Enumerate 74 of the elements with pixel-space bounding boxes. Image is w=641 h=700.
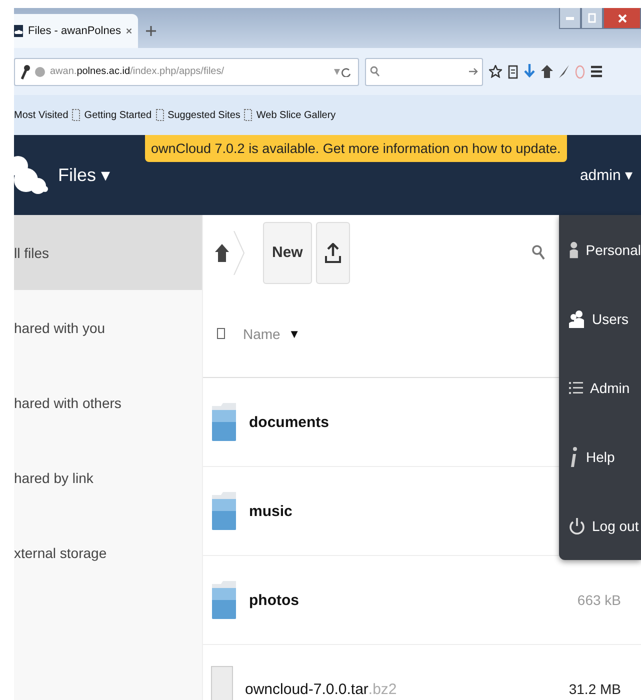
browser-tab[interactable]: Files - awanPolnes: [14, 14, 138, 48]
close-window-button[interactable]: [603, 8, 641, 29]
menu-icon: [591, 65, 602, 78]
menu-item[interactable]: Help: [559, 422, 641, 491]
bookmark-link[interactable]: Most Visited: [14, 110, 68, 120]
search-icon: [370, 66, 380, 77]
file-size: 663 kB: [577, 592, 621, 608]
menu-item-label: Log out: [592, 518, 639, 534]
sidebar-item[interactable]: hared with others: [14, 365, 202, 440]
restore-icon: [588, 13, 596, 23]
sidebar-item[interactable]: hared by link: [14, 440, 202, 515]
folder-icon: [211, 580, 237, 620]
minimize-button[interactable]: [559, 8, 581, 29]
bookmark-link[interactable]: Getting Started: [72, 109, 152, 121]
update-notice: ownCloud 7.0.2 is available. Get more information on how to update.: [145, 135, 567, 162]
menu-item[interactable]: Admin: [559, 353, 641, 422]
file-name[interactable]: photos: [249, 592, 299, 608]
close-icon: [126, 27, 132, 35]
menu-item[interactable]: Personal: [559, 215, 641, 284]
file-size: 31.2 MB: [568, 681, 621, 697]
arrow-icon: [469, 67, 478, 76]
restore-button[interactable]: [581, 8, 603, 29]
list-icon: [569, 380, 583, 394]
tab-title: Files - awanPolnes: [28, 25, 121, 37]
info-icon: [569, 446, 579, 468]
reload-icon: [334, 66, 352, 76]
address-field[interactable]: awan.polnes.ac.id/index.php/apps/files/: [14, 58, 359, 86]
file-name[interactable]: music: [249, 502, 292, 520]
key-icon: [21, 64, 30, 80]
sidebar-item[interactable]: ll files: [14, 215, 202, 290]
globe-icon: [35, 66, 45, 76]
file-name[interactable]: documents: [249, 414, 330, 430]
bookmark-link[interactable]: Suggested Sites: [156, 109, 240, 121]
clipboard-icon: [508, 64, 518, 78]
power-icon: [569, 516, 585, 534]
users-icon: [569, 310, 585, 328]
breadcrumb-chevron-icon: [233, 230, 245, 274]
url-text: awan.polnes.ac.id/index.php/apps/files/: [50, 66, 226, 77]
menu-item[interactable]: Log out: [559, 491, 641, 560]
menu-item-label: Users: [592, 310, 629, 326]
plus-icon: [146, 26, 156, 36]
bookmark-link[interactable]: Web Slice Gallery: [244, 109, 336, 121]
name-column-header[interactable]: Name: [243, 326, 280, 342]
cloud-logo-icon: [14, 154, 48, 196]
file-extension: .bz2: [368, 680, 397, 698]
file-icon: [211, 666, 233, 700]
page-icon: [72, 109, 80, 121]
page-icon: [156, 109, 164, 121]
download-icon: [524, 64, 535, 79]
folder-icon: [211, 491, 237, 531]
star-icon: [489, 65, 502, 78]
app-menu[interactable]: Files ▾: [58, 164, 110, 186]
menu-item-label: Help: [586, 448, 615, 464]
sidebar-item[interactable]: hared with you: [14, 290, 202, 365]
sidebar-item[interactable]: xternal storage: [14, 515, 202, 590]
checkbox-icon: [217, 328, 225, 339]
blocked-icon: [575, 64, 585, 78]
sort-arrow[interactable]: ▼: [288, 326, 300, 340]
menu-item[interactable]: Users: [559, 284, 641, 353]
minimize-icon: [566, 16, 574, 20]
search-icon: [532, 245, 545, 260]
page-icon: [244, 109, 252, 121]
upload-icon: [324, 242, 341, 262]
menu-item-label: Personal: [586, 242, 641, 258]
new-button[interactable]: New: [263, 222, 312, 284]
cloud-icon: [14, 23, 24, 39]
person-icon: [569, 240, 579, 260]
search-field[interactable]: [365, 58, 483, 86]
user-menu[interactable]: admin ▾: [580, 166, 633, 184]
menu-item-label: Admin: [590, 380, 630, 396]
folder-icon: [211, 402, 237, 442]
file-name[interactable]: owncloud-7.0.0.tar: [245, 680, 368, 698]
close-icon: [618, 14, 626, 22]
upload-button[interactable]: [316, 222, 350, 284]
